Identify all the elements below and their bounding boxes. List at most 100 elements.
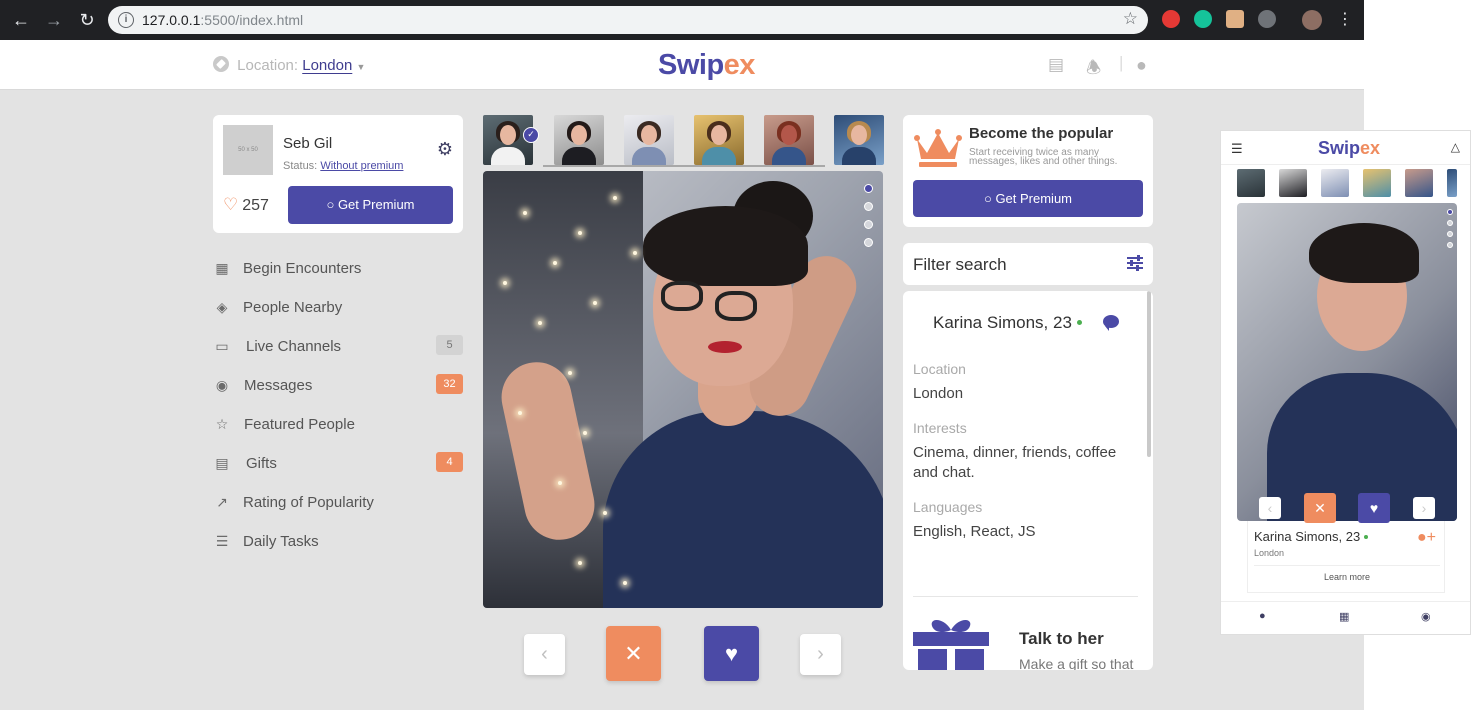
mobile-preview: ☰ Swipex △ ‹ ✕ ♥ › Karina Simons, 23 Lon… — [1220, 130, 1471, 635]
menu-item-rating-of-popularity[interactable]: ↗ Rating of Popularity — [213, 484, 463, 523]
thumbnail[interactable] — [1237, 169, 1265, 197]
bookmark-star-icon[interactable]: ☆ — [1123, 9, 1138, 29]
next-button[interactable]: › — [800, 634, 841, 675]
photo-pagination — [1447, 209, 1453, 253]
gift-title: Talk to her — [1019, 629, 1104, 648]
menu-item-begin-encounters[interactable]: ▦ Begin Encounters — [213, 250, 463, 289]
extension-face-icon[interactable] — [1226, 10, 1244, 28]
online-status-dot — [1364, 535, 1369, 539]
menu-item-messages[interactable]: ◉ Messages 32 — [213, 367, 463, 406]
location-label: Location — [913, 361, 966, 377]
chat-icon[interactable]: ◉ — [1421, 610, 1431, 623]
menu-item-live-channels[interactable]: ▭ Live Channels 5 — [213, 328, 463, 367]
pagination-dot[interactable] — [1447, 220, 1453, 226]
add-user-icon[interactable]: ●+ — [1417, 529, 1436, 547]
pagination-dot[interactable] — [864, 202, 873, 211]
menu-item-label: Begin Encounters — [243, 260, 362, 277]
location-selector[interactable]: Location: London ▼ — [213, 56, 365, 74]
user-icon[interactable]: ● — [1259, 610, 1266, 622]
bell-icon[interactable]: △ — [1451, 140, 1460, 154]
user-icon[interactable]: ● — [1136, 55, 1147, 76]
profile-details-card: Karina Simons, 23 Location London Intere… — [903, 291, 1153, 670]
filter-search-bar[interactable]: Filter search — [903, 243, 1153, 285]
thumbnail-scrollbar[interactable] — [543, 165, 825, 167]
dislike-button[interactable]: ✕ — [606, 626, 661, 681]
thumbnail[interactable] — [834, 115, 884, 165]
badge: 5 — [436, 335, 463, 355]
menu-item-people-nearby[interactable]: ◈ People Nearby — [213, 289, 463, 328]
pagination-dot[interactable] — [864, 220, 873, 229]
address-bar[interactable]: i 127.0.0.1:5500/index.html ☆ — [108, 6, 1148, 34]
mobile-profile-photo[interactable] — [1237, 203, 1457, 521]
gift-description: Make a gift so that you can start chatti… — [1019, 656, 1134, 670]
extension-adblock-icon[interactable] — [1162, 10, 1180, 28]
profile-name: Karina Simons, 23 — [933, 313, 1082, 333]
divider: | — [1119, 53, 1124, 72]
thumbnail[interactable] — [624, 115, 674, 165]
logo[interactable]: Swipex — [658, 49, 755, 82]
info-icon[interactable]: i — [118, 12, 134, 28]
main-profile-photo[interactable] — [483, 171, 883, 608]
next-button[interactable]: › — [1413, 497, 1435, 519]
thumbnail[interactable] — [554, 115, 604, 165]
location-city[interactable]: London — [302, 57, 352, 74]
like-button[interactable]: ♥ — [1358, 493, 1390, 523]
browser-toolbar: ← → ↻ i 127.0.0.1:5500/index.html ☆ ⋮ — [0, 0, 1364, 40]
learn-more-link[interactable]: Learn more — [1248, 572, 1446, 582]
profile-avatar-icon[interactable] — [1302, 10, 1322, 30]
thumbnail[interactable] — [694, 115, 744, 165]
menu-item-label: Live Channels — [246, 338, 342, 355]
list-icon: ☰ — [215, 533, 229, 549]
news-icon[interactable]: ▤ — [1048, 55, 1064, 75]
pagination-dot[interactable] — [864, 238, 873, 247]
grid-icon[interactable]: ▦ — [1339, 610, 1349, 623]
get-premium-button[interactable]: ○ Get Premium — [288, 186, 453, 224]
chart-icon: ↗ — [216, 494, 228, 510]
bell-icon[interactable]: 🕭 — [1086, 55, 1101, 84]
thumbnail[interactable] — [1405, 169, 1433, 197]
browser-menu-icon[interactable]: ⋮ — [1333, 8, 1357, 32]
badge: 4 — [436, 452, 463, 472]
forward-icon[interactable]: → — [42, 8, 66, 32]
thumbnail[interactable] — [1363, 169, 1391, 197]
mobile-header: ☰ Swipex △ — [1221, 131, 1470, 165]
menu-item-daily-tasks[interactable]: ☰ Daily Tasks — [213, 523, 463, 562]
photo-pagination — [864, 184, 874, 256]
interests-label: Interests — [913, 420, 967, 436]
back-icon[interactable]: ← — [9, 8, 33, 32]
details-scrollbar[interactable] — [1147, 291, 1151, 457]
menu-item-label: Rating of Popularity — [243, 494, 374, 511]
gift-icon: ▤ — [215, 455, 229, 471]
like-button[interactable]: ♥ — [704, 626, 759, 681]
pagination-dot[interactable] — [864, 184, 873, 193]
photo-thumbnails: ✓ — [483, 115, 884, 167]
pagination-dot[interactable] — [1447, 231, 1453, 237]
status-link[interactable]: Without premium — [320, 160, 403, 172]
profile-status: Status: Without premium — [283, 160, 403, 172]
thumbnail[interactable] — [1447, 169, 1457, 197]
get-premium-button[interactable]: ○ Get Premium — [913, 180, 1143, 217]
menu-item-label: Daily Tasks — [243, 533, 319, 550]
reload-icon[interactable]: ↻ — [75, 8, 99, 32]
avatar[interactable]: 50 x 50 — [223, 125, 273, 175]
chat-icon[interactable] — [1103, 315, 1119, 331]
mobile-info-card: Karina Simons, 23 London ●+ Learn more — [1247, 521, 1445, 593]
previous-button[interactable]: ‹ — [524, 634, 565, 675]
menu-item-gifts[interactable]: ▤ Gifts 4 — [213, 445, 463, 484]
sliders-icon[interactable] — [1127, 255, 1143, 271]
thumbnail[interactable] — [1321, 169, 1349, 197]
thumbnail[interactable] — [1279, 169, 1307, 197]
gear-icon[interactable]: ⚙ — [437, 139, 453, 160]
menu-item-label: People Nearby — [243, 299, 343, 316]
pagination-dot[interactable] — [1447, 242, 1453, 248]
menu-item-featured-people[interactable]: ☆ Featured People — [213, 406, 463, 445]
thumbnail[interactable] — [764, 115, 814, 165]
dislike-button[interactable]: ✕ — [1304, 493, 1336, 523]
mobile-logo[interactable]: Swipex — [1318, 138, 1380, 159]
star-icon: ☆ — [215, 416, 229, 432]
pagination-dot[interactable] — [1447, 209, 1453, 215]
previous-button[interactable]: ‹ — [1259, 497, 1281, 519]
extension-grammarly-icon[interactable] — [1194, 10, 1212, 28]
hamburger-icon[interactable]: ☰ — [1231, 141, 1243, 157]
extension-refresh-icon[interactable] — [1258, 10, 1276, 28]
